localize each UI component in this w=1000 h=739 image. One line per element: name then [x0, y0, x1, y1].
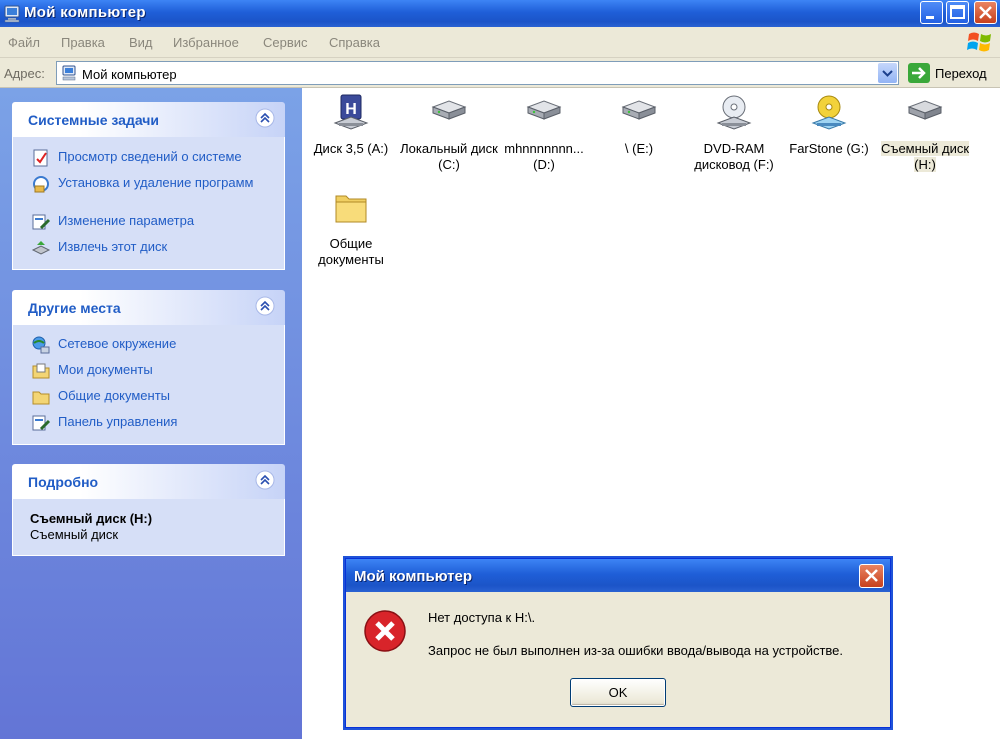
network-places-icon	[31, 335, 51, 358]
dialog-title: Мой компьютер	[354, 568, 472, 585]
menu-edit[interactable]: Правка	[61, 35, 105, 50]
dvd-drive-icon	[716, 93, 752, 136]
ok-button[interactable]: OK	[570, 678, 666, 707]
go-label: Переход	[935, 66, 987, 81]
system-info-icon	[31, 148, 51, 171]
dialog-message-io-error: Запрос не был выполнен из-за ошибки ввод…	[428, 643, 844, 658]
minimize-icon	[926, 16, 934, 19]
drive-d[interactable]: mhnnnnnnn... (D:)	[495, 93, 593, 172]
address-bar: Адрес: Мой компьютер Переход	[0, 58, 1000, 88]
details-body: Съемный диск (H:) Съемный диск	[12, 499, 285, 556]
drive-g[interactable]: FarStone (G:)	[780, 93, 878, 163]
menu-help[interactable]: Справка	[329, 35, 380, 50]
close-button[interactable]	[974, 1, 997, 24]
maximize-icon	[950, 5, 965, 19]
dialog-message-access-denied: Нет доступа к H:\.	[428, 610, 536, 625]
menu-file[interactable]: Файл	[8, 35, 40, 50]
svg-text:H: H	[345, 101, 357, 118]
other-places-title: Другие места	[28, 300, 121, 316]
system-tasks-header[interactable]: Системные задачи	[12, 102, 285, 137]
title-bar[interactable]: Мой компьютер	[0, 0, 1000, 27]
drive-f[interactable]: DVD-RAM дисковод (F:)	[685, 93, 783, 172]
my-computer-icon	[2, 4, 22, 27]
details-panel: Подробно Съемный диск (H:) Съемный диск	[12, 464, 285, 556]
dialog-title-bar[interactable]: Мой компьютер	[346, 559, 890, 592]
address-value: Мой компьютер	[82, 67, 177, 82]
minimize-button[interactable]	[920, 1, 943, 24]
floppy-icon: H	[333, 93, 369, 136]
menu-favorites[interactable]: Избранное	[173, 35, 239, 50]
collapse-chevron-icon[interactable]	[255, 470, 275, 493]
hard-disk-icon	[621, 93, 657, 136]
collapse-chevron-icon[interactable]	[255, 108, 275, 131]
menu-bar: Файл Правка Вид Избранное Сервис Справка	[0, 27, 1000, 58]
control-panel-icon	[31, 413, 51, 436]
hard-disk-icon	[431, 93, 467, 136]
maximize-button[interactable]	[946, 1, 969, 24]
error-icon	[363, 609, 407, 656]
my-computer-icon	[61, 65, 77, 84]
hard-disk-icon	[526, 93, 562, 136]
my-documents-icon	[31, 361, 51, 384]
removable-disk-icon	[907, 93, 943, 136]
other-places-header[interactable]: Другие места	[12, 290, 285, 325]
drive-h[interactable]: Съемный диск (H:)	[876, 93, 974, 172]
details-header[interactable]: Подробно	[12, 464, 285, 499]
cd-drive-icon	[811, 93, 847, 136]
change-setting-icon	[31, 212, 51, 235]
task-pane: Системные задачи Просмотр сведений о сис…	[0, 88, 302, 739]
address-dropdown-button[interactable]	[878, 63, 897, 83]
details-item-name: Съемный диск (H:)	[30, 511, 153, 526]
collapse-chevron-icon[interactable]	[255, 296, 275, 319]
eject-disk-icon	[31, 238, 51, 261]
other-places-panel: Другие места Сетевое окружение Мои докум…	[12, 290, 285, 445]
drive-c[interactable]: Локальный диск (C:)	[400, 93, 498, 172]
address-input[interactable]: Мой компьютер	[56, 61, 899, 85]
details-item-type: Съемный диск	[30, 527, 119, 542]
shared-documents-icon	[31, 387, 51, 410]
dialog-body: Нет доступа к H:\. Запрос не был выполне…	[346, 592, 890, 727]
menu-tools[interactable]: Сервис	[263, 35, 308, 50]
menu-view[interactable]: Вид	[129, 35, 153, 50]
close-icon	[865, 569, 878, 582]
chevron-down-icon	[882, 70, 893, 77]
other-places-body: Сетевое окружение Мои документы Общие до…	[12, 325, 285, 445]
address-label: Адрес:	[4, 66, 45, 81]
details-title: Подробно	[28, 474, 99, 490]
error-dialog: Мой компьютер Нет доступа к H:\. Запрос …	[345, 558, 891, 728]
window-title: Мой компьютер	[24, 4, 146, 21]
folder-shared-documents[interactable]: Общие документы	[302, 188, 400, 267]
system-tasks-panel: Системные задачи Просмотр сведений о сис…	[12, 102, 285, 270]
go-arrow-icon	[908, 63, 930, 86]
drive-a[interactable]: H Диск 3,5 (A:)	[302, 93, 400, 163]
dialog-close-button[interactable]	[859, 564, 884, 588]
system-tasks-body: Просмотр сведений о системе Установка и …	[12, 137, 285, 270]
system-tasks-title: Системные задачи	[28, 112, 160, 128]
folder-icon	[333, 188, 369, 231]
drive-e[interactable]: \ (E:)	[590, 93, 688, 163]
windows-logo-icon	[966, 30, 994, 57]
add-remove-programs-icon	[31, 174, 51, 197]
close-icon	[979, 6, 992, 19]
